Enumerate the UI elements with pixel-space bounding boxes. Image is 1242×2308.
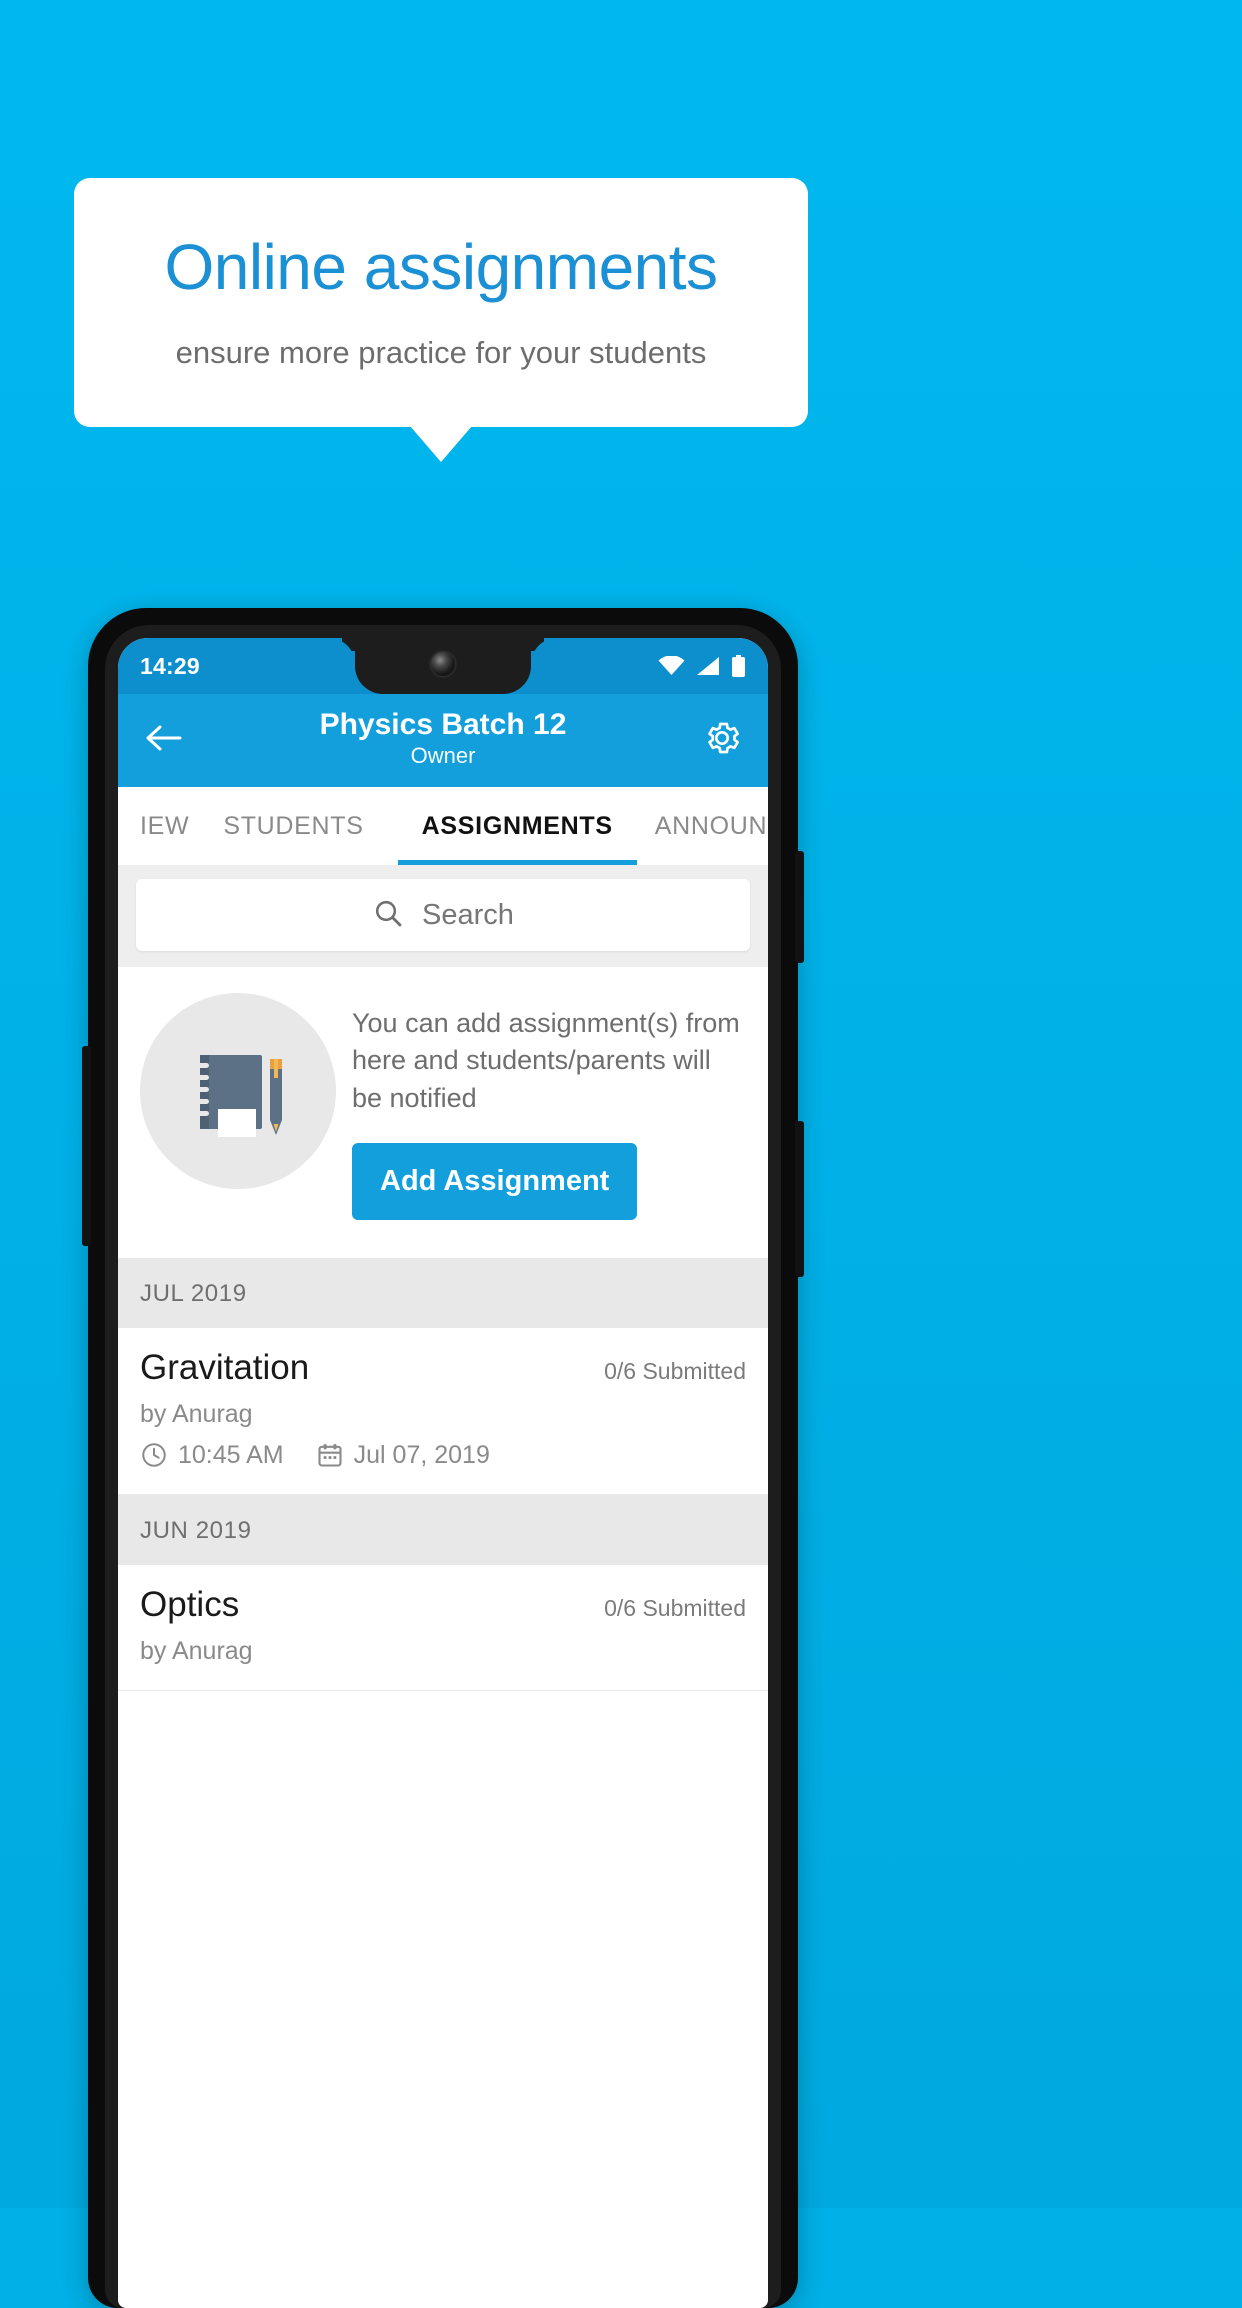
- tab-assignments[interactable]: ASSIGNMENTS: [397, 787, 637, 865]
- calendar-icon: [316, 1441, 344, 1469]
- assignment-title: Gravitation: [140, 1347, 310, 1387]
- search-placeholder: Search: [422, 898, 514, 931]
- app-bar: Physics Batch 12 Owner: [118, 694, 768, 787]
- wifi-icon: [658, 656, 685, 676]
- empty-state-content: You can add assignment(s) from here and …: [352, 993, 748, 1220]
- settings-button[interactable]: [700, 719, 744, 763]
- tab-overview[interactable]: IEW: [118, 787, 189, 865]
- assignment-row-header: Optics 0/6 Submitted: [140, 1585, 746, 1625]
- clock-icon: [140, 1441, 168, 1469]
- page-subtitle: Owner: [410, 743, 476, 769]
- empty-state-message: You can add assignment(s) from here and …: [352, 1008, 740, 1113]
- search-zone: Search: [118, 865, 768, 967]
- assignment-meta: 10:45 AM Jul 07, 2019: [140, 1441, 746, 1470]
- signal-icon: [696, 656, 720, 676]
- promo-subtitle: ensure more practice for your students: [175, 335, 707, 371]
- status-time: 14:29: [140, 652, 200, 679]
- phone-mockup: 14:29 Physics Batch 12 Owner IEW STUDENT…: [82, 608, 804, 2308]
- volume-button[interactable]: [795, 1121, 804, 1277]
- page-title: Physics Batch 12: [319, 707, 567, 741]
- power-button[interactable]: [795, 851, 804, 963]
- status-icons: [658, 655, 746, 677]
- month-header-jun: JUN 2019: [118, 1494, 768, 1565]
- back-arrow-icon: [146, 723, 182, 758]
- front-camera: [431, 652, 455, 676]
- assignment-date: Jul 07, 2019: [353, 1440, 490, 1469]
- assignment-submitted-count: 0/6 Submitted: [604, 1594, 746, 1621]
- search-input[interactable]: Search: [136, 879, 750, 951]
- assignment-row-optics[interactable]: Optics 0/6 Submitted by Anurag: [118, 1564, 768, 1691]
- assignment-row-header: Gravitation 0/6 Submitted: [140, 1348, 746, 1388]
- gear-icon: [702, 718, 742, 763]
- tab-students[interactable]: STUDENTS: [189, 787, 397, 865]
- phone-screen: 14:29 Physics Batch 12 Owner IEW STUDENT…: [118, 638, 768, 2308]
- promo-card-tail: [410, 426, 472, 462]
- promo-card: Online assignments ensure more practice …: [74, 178, 808, 427]
- phone-notch: [355, 638, 531, 694]
- battery-icon: [731, 655, 746, 677]
- assignment-author: by Anurag: [140, 1636, 253, 1665]
- app-bar-titles: Physics Batch 12 Owner: [186, 708, 700, 771]
- month-header-jul: JUL 2019: [118, 1257, 768, 1328]
- promo-title: Online assignments: [164, 230, 718, 303]
- assignment-row-gravitation[interactable]: Gravitation 0/6 Submitted by Anurag 10:4…: [118, 1327, 768, 1495]
- tab-bar: IEW STUDENTS ASSIGNMENTS ANNOUNCEM: [118, 787, 768, 865]
- empty-state: You can add assignment(s) from here and …: [118, 967, 768, 1258]
- back-button[interactable]: [142, 719, 186, 763]
- notebook-and-pen-icon: [140, 993, 336, 1189]
- tab-announcements[interactable]: ANNOUNCEM: [637, 787, 768, 865]
- add-assignment-button[interactable]: Add Assignment: [352, 1142, 638, 1220]
- assignment-title: Optics: [140, 1584, 240, 1624]
- assistant-button[interactable]: [82, 1046, 91, 1246]
- assignment-time: 10:45 AM: [178, 1440, 284, 1469]
- assignment-author: by Anurag: [140, 1399, 253, 1428]
- assignment-submitted-count: 0/6 Submitted: [604, 1357, 746, 1384]
- search-icon: [372, 897, 404, 934]
